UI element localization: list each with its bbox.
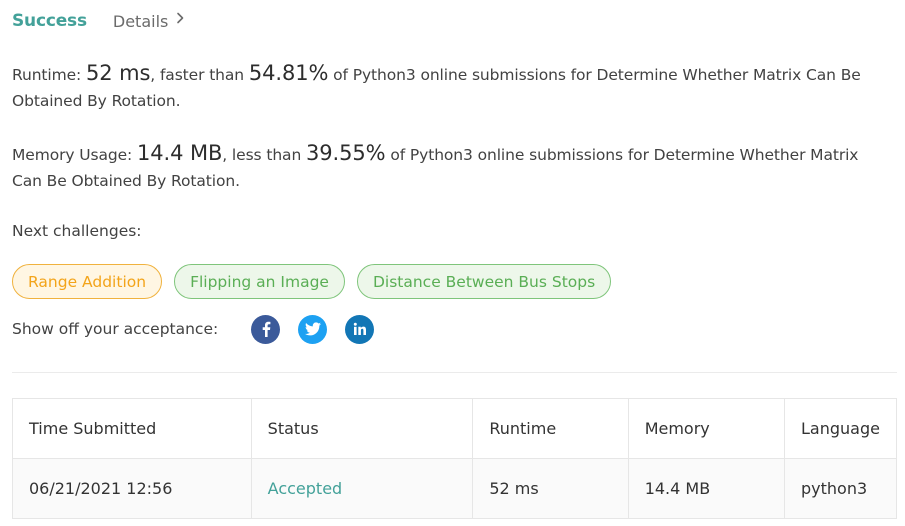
memory-label: Memory Usage: (12, 146, 133, 164)
cell-time-submitted: 06/21/2021 12:56 (12, 458, 252, 519)
linkedin-icon[interactable] (345, 314, 375, 344)
share-row: Show off your acceptance: (12, 314, 375, 344)
result-header: Success Details (12, 8, 184, 34)
tab-success[interactable]: Success (12, 11, 87, 31)
memory-percent: 39.55% (306, 141, 386, 165)
tab-details[interactable]: Details (113, 12, 184, 31)
column-header-language: Language (784, 398, 897, 459)
tab-details-label: Details (112, 11, 169, 31)
section-divider (12, 372, 897, 373)
submissions-table: Time Submitted Status Runtime Memory Lan… (12, 398, 897, 519)
table-header-row: Time Submitted Status Runtime Memory Lan… (12, 398, 897, 459)
share-label: Show off your acceptance: (12, 320, 219, 338)
cell-language: python3 (784, 458, 897, 519)
table-row: 06/21/2021 12:56 Accepted 52 ms 14.4 MB … (12, 458, 897, 519)
runtime-percent: 54.81% (248, 61, 329, 85)
challenge-range-addition[interactable]: Range Addition (12, 264, 163, 299)
cell-runtime: 52 ms (472, 458, 629, 519)
column-header-time-submitted: Time Submitted (12, 398, 252, 459)
chevron-right-icon (176, 12, 184, 28)
next-challenges-label: Next challenges: (12, 222, 142, 240)
challenge-distance-between-bus-stops[interactable]: Distance Between Bus Stops (356, 264, 612, 299)
cell-status-link[interactable]: Accepted (250, 458, 474, 519)
cell-memory: 14.4 MB (627, 458, 786, 519)
runtime-label: Runtime: (12, 66, 82, 84)
memory-value: 14.4 MB (137, 141, 223, 165)
runtime-comparison: , faster than (150, 66, 245, 84)
runtime-value: 52 ms (86, 61, 151, 85)
runtime-summary: Runtime: 52 ms, faster than 54.81% of Py… (12, 60, 892, 114)
next-challenges-list: Range Addition Flipping an Image Distanc… (12, 264, 612, 299)
column-header-runtime: Runtime (472, 398, 629, 459)
column-header-status: Status (250, 398, 474, 459)
challenge-flipping-an-image[interactable]: Flipping an Image (174, 264, 345, 299)
memory-summary: Memory Usage: 14.4 MB, less than 39.55% … (12, 140, 892, 194)
facebook-icon[interactable] (251, 314, 281, 344)
memory-comparison: , less than (222, 146, 302, 164)
twitter-icon[interactable] (298, 314, 328, 344)
column-header-memory: Memory (627, 398, 786, 459)
